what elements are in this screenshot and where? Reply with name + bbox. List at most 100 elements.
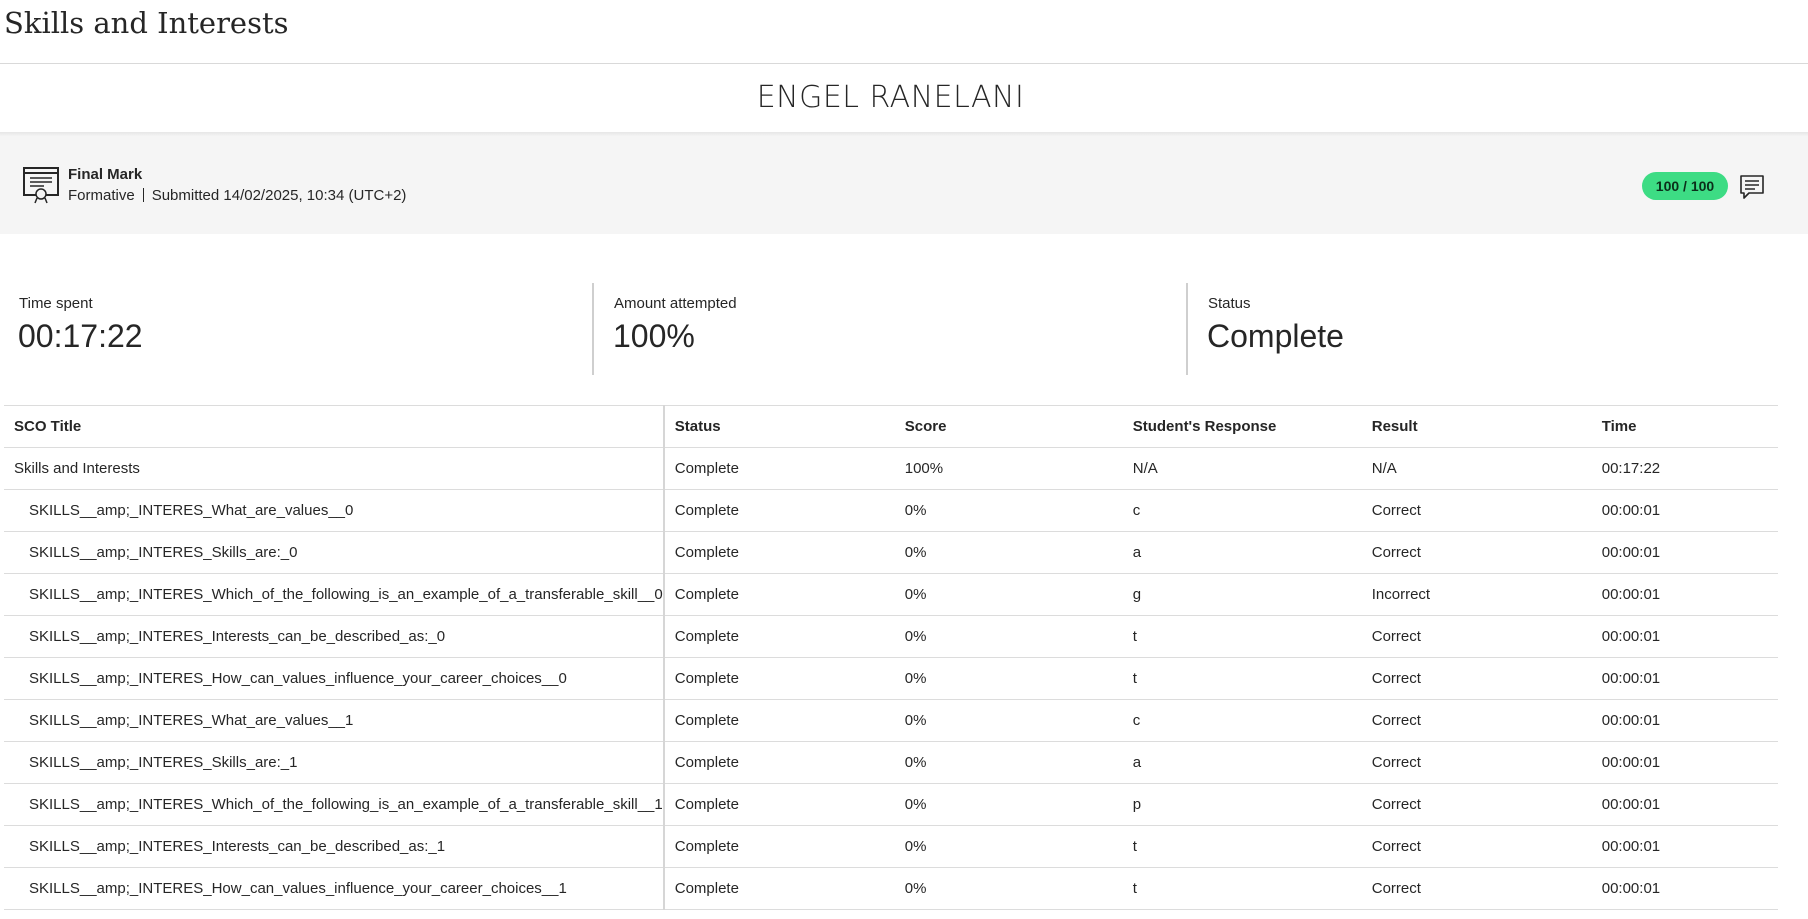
row-time: 00:00:01 [1591, 573, 1778, 616]
row-title: SKILLS__amp;_INTERES_Which_of_the_follow… [4, 783, 665, 826]
table-row: SKILLS__amp;_INTERES_Skills_are:_1 Compl… [4, 741, 1778, 784]
row-time: 00:00:01 [1591, 825, 1778, 868]
row-response: p [1122, 783, 1362, 826]
row-status: Complete [663, 657, 895, 700]
row-score: 0% [894, 531, 1123, 574]
column-header-status: Status [663, 405, 895, 448]
row-time: 00:00:01 [1591, 783, 1778, 826]
row-title: SKILLS__amp;_INTERES_What_are_values__1 [4, 699, 665, 742]
final-mark-panel: Final Mark Formative Submitted 14/02/2025… [0, 136, 1808, 234]
column-header-response: Student's Response [1122, 405, 1362, 448]
table-row: SKILLS__amp;_INTERES_Which_of_the_follow… [4, 573, 1778, 616]
title-divider [0, 63, 1808, 64]
row-title: SKILLS__amp;_INTERES_How_can_values_infl… [4, 657, 665, 700]
row-status: Complete [663, 741, 895, 784]
row-title: Skills and Interests [4, 447, 665, 490]
certificate-icon [23, 167, 59, 204]
row-response: t [1122, 867, 1362, 910]
row-score: 0% [894, 867, 1123, 910]
row-status: Complete [663, 825, 895, 868]
table-row: SKILLS__amp;_INTERES_Skills_are:_0 Compl… [4, 531, 1778, 574]
feedback-icon[interactable] [1739, 174, 1765, 200]
row-response: t [1122, 615, 1362, 658]
row-title: SKILLS__amp;_INTERES_Interests_can_be_de… [4, 615, 665, 658]
row-response: c [1122, 489, 1362, 532]
amount-attempted-value: 100% [613, 318, 695, 354]
row-score: 0% [894, 573, 1123, 616]
amount-attempted-stat: Amount attempted 100% [595, 283, 1187, 375]
row-score: 0% [894, 699, 1123, 742]
row-result: Correct [1361, 489, 1592, 532]
row-status: Complete [663, 489, 895, 532]
row-title: SKILLS__amp;_INTERES_What_are_values__0 [4, 489, 665, 532]
row-status: Complete [663, 615, 895, 658]
column-header-score: Score [894, 405, 1123, 448]
row-time: 00:00:01 [1591, 489, 1778, 532]
table-row: SKILLS__amp;_INTERES_What_are_values__1 … [4, 699, 1778, 742]
page-title: Skills and Interests [4, 6, 289, 40]
row-score: 0% [894, 489, 1123, 532]
status-stat: Status Complete [1189, 283, 1781, 375]
row-status: Complete [663, 699, 895, 742]
table-header-row: SCO Title Status Score Student's Respons… [4, 405, 1778, 448]
time-spent-value: 00:17:22 [18, 318, 143, 354]
table-row: SKILLS__amp;_INTERES_Interests_can_be_de… [4, 825, 1778, 868]
submitted-timestamp: Submitted 14/02/2025, 10:34 (UTC+2) [151, 187, 407, 204]
table-row: Skills and Interests Complete 100% N/A N… [4, 447, 1778, 490]
table-row: SKILLS__amp;_INTERES_Interests_can_be_de… [4, 615, 1778, 658]
table-row: SKILLS__amp;_INTERES_How_can_values_infl… [4, 657, 1778, 700]
row-time: 00:00:01 [1591, 741, 1778, 784]
row-status: Complete [663, 867, 895, 910]
row-time: 00:00:01 [1591, 867, 1778, 910]
row-result: Correct [1361, 657, 1592, 700]
row-result: Correct [1361, 531, 1592, 574]
row-title: SKILLS__amp;_INTERES_Interests_can_be_de… [4, 825, 665, 868]
row-response: a [1122, 741, 1362, 784]
row-status: Complete [663, 531, 895, 574]
amount-attempted-label: Amount attempted [614, 295, 737, 312]
row-score: 0% [894, 825, 1123, 868]
row-result: N/A [1361, 447, 1592, 490]
row-score: 0% [894, 615, 1123, 658]
column-header-result: Result [1361, 405, 1592, 448]
row-time: 00:00:01 [1591, 615, 1778, 658]
row-score: 0% [894, 783, 1123, 826]
stat-divider [592, 283, 594, 375]
status-value: Complete [1207, 318, 1344, 354]
row-result: Incorrect [1361, 573, 1592, 616]
table-row: SKILLS__amp;_INTERES_Which_of_the_follow… [4, 783, 1778, 826]
row-response: a [1122, 531, 1362, 574]
row-status: Complete [663, 783, 895, 826]
student-name: ENGEL RANELANI [756, 80, 1025, 115]
row-status: Complete [663, 447, 895, 490]
row-title: SKILLS__amp;_INTERES_Skills_are:_0 [4, 531, 665, 574]
row-result: Correct [1361, 825, 1592, 868]
row-response: g [1122, 573, 1362, 616]
row-time: 00:00:01 [1591, 657, 1778, 700]
row-title: SKILLS__amp;_INTERES_Which_of_the_follow… [4, 573, 665, 616]
row-result: Correct [1361, 741, 1592, 784]
final-mark-label: Final Mark [68, 166, 143, 183]
row-response: N/A [1122, 447, 1362, 490]
time-spent-stat: Time spent 00:17:22 [0, 283, 592, 375]
final-mark-meta: Formative Submitted 14/02/2025, 10:34 (UT… [68, 187, 406, 204]
row-response: t [1122, 825, 1362, 868]
row-response: c [1122, 699, 1362, 742]
stat-divider [1186, 283, 1188, 375]
row-result: Correct [1361, 615, 1592, 658]
row-score: 0% [894, 657, 1123, 700]
score-badge: 100 / 100 [1642, 172, 1728, 200]
summary-stats: Time spent 00:17:22 Amount attempted 100… [0, 283, 1781, 375]
status-label: Status [1208, 295, 1251, 312]
row-result: Correct [1361, 867, 1592, 910]
row-score: 0% [894, 741, 1123, 784]
row-result: Correct [1361, 699, 1592, 742]
table-row: SKILLS__amp;_INTERES_What_are_values__0 … [4, 489, 1778, 532]
table-row: SKILLS__amp;_INTERES_How_can_values_infl… [4, 867, 1778, 910]
row-result: Correct [1361, 783, 1592, 826]
time-spent-label: Time spent [19, 295, 93, 312]
row-status: Complete [663, 573, 895, 616]
column-header-time: Time [1591, 405, 1778, 448]
row-response: t [1122, 657, 1362, 700]
sco-table: SCO Title Status Score Student's Respons… [4, 405, 1778, 910]
